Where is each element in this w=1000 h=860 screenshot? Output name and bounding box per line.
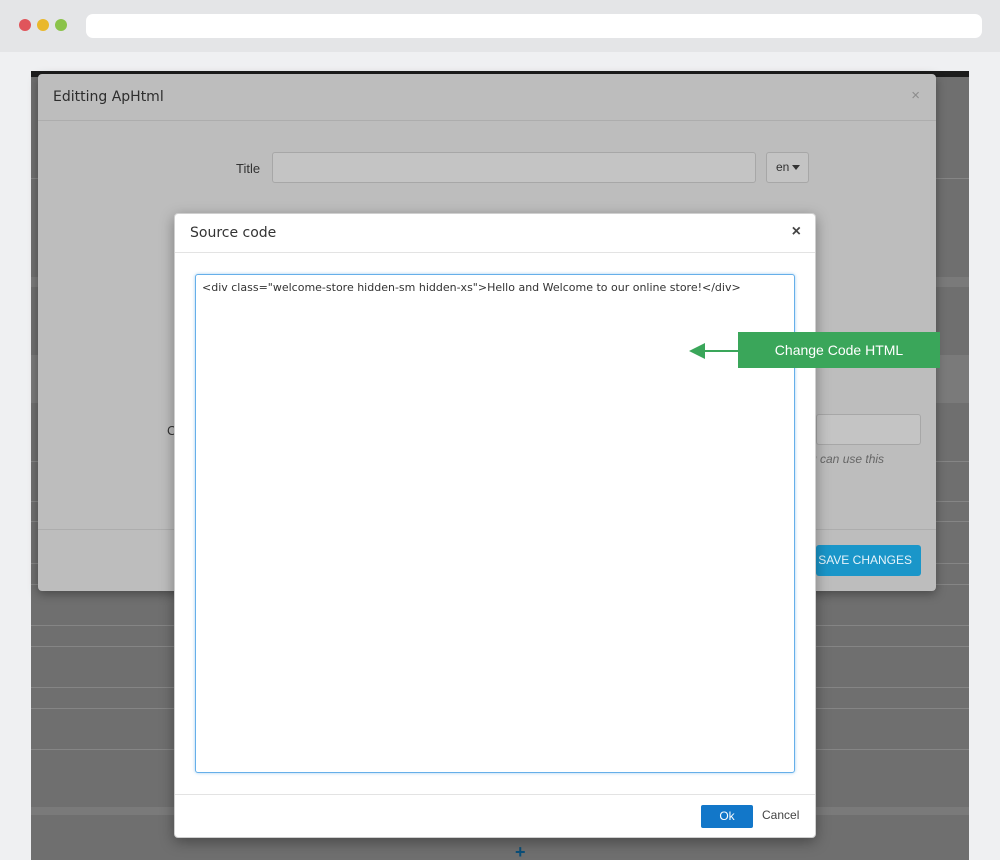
language-code: en: [776, 160, 790, 174]
address-bar[interactable]: [86, 14, 982, 38]
language-dropdown[interactable]: en: [766, 152, 809, 183]
edit-modal-close-icon[interactable]: ×: [911, 87, 920, 104]
save-changes-button[interactable]: SAVE CHANGES: [816, 545, 921, 576]
window-close-dot[interactable]: [19, 19, 31, 31]
window-maximize-dot[interactable]: [55, 19, 67, 31]
annotation-callout: Change Code HTML: [738, 332, 940, 368]
help-text: u can use this: [810, 452, 885, 466]
window-minimize-dot[interactable]: [37, 19, 49, 31]
caret-down-icon: [792, 165, 801, 171]
partial-input[interactable]: [816, 414, 921, 445]
cancel-button[interactable]: Cancel: [762, 808, 799, 822]
source-modal-footer-divider: [175, 794, 815, 795]
source-modal-close-icon[interactable]: ×: [792, 223, 801, 241]
source-code-modal: Source code × <div class="welcome-store …: [174, 213, 816, 838]
ok-button[interactable]: Ok: [701, 805, 753, 828]
source-modal-title: Source code: [190, 225, 277, 241]
source-modal-header: Source code ×: [175, 214, 815, 253]
add-plus-icon[interactable]: +: [515, 843, 526, 860]
arrow-left-icon: [689, 343, 705, 359]
browser-chrome: [0, 0, 1000, 52]
annotation-arrow-line: [704, 350, 740, 352]
edit-modal-title: Editting ApHtml: [53, 89, 164, 105]
source-code-textarea[interactable]: <div class="welcome-store hidden-sm hidd…: [195, 274, 795, 773]
title-input[interactable]: [272, 152, 756, 183]
title-label: Title: [236, 161, 261, 176]
edit-modal-header: Editting ApHtml ×: [38, 74, 936, 121]
